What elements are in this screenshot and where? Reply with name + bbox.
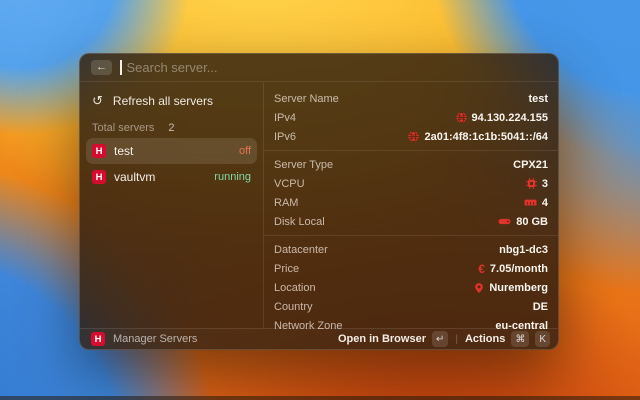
detail-label: IPv4 [274,112,296,124]
detail-label: Location [274,282,316,294]
hetzner-logo-icon: H [91,332,105,346]
footer-actions: Open in Browser ↵ | Actions ⌘ K [338,331,550,347]
detail-row: Price € 7.05/month [274,259,548,278]
detail-row: Server Name test [274,89,548,108]
server-details-panel: Server Name test IPv4 94.130.224.155 IPv… [264,82,558,328]
detail-row: Disk Local 80 GB [274,212,548,231]
refresh-label: Refresh all servers [113,94,213,108]
detail-value-text: 80 GB [516,216,548,228]
detail-value-text: 3 [542,178,548,190]
refresh-icon: ↻ [92,93,103,109]
actions-button[interactable]: Actions [465,333,505,345]
detail-value: nbg1-dc3 [499,244,548,256]
detail-value: Nuremberg [474,282,548,294]
detail-label: VCPU [274,178,305,190]
server-list: H test off H vaultvm running [86,138,257,190]
extension-name: Manager Servers [113,333,197,345]
detail-label: Country [274,301,313,313]
server-list-item[interactable]: H vaultvm running [86,164,257,190]
total-servers-header: Total servers 2 [86,114,257,138]
detail-value-text: 7.05/month [490,263,548,275]
detail-label: IPv6 [274,131,296,143]
detail-row: RAM 4 [274,193,548,212]
detail-value-text: CPX21 [513,159,548,171]
detail-value: 80 GB [498,216,548,228]
detail-value: 4 [524,197,548,209]
server-name: vaultvm [114,170,206,184]
open-in-browser-button[interactable]: Open in Browser [338,333,426,345]
pin-icon [474,282,484,294]
desktop-wallpaper: ← ↻ Refresh all servers Total servers 2 … [0,0,640,400]
total-servers-label: Total servers [92,122,154,134]
server-list-panel: ↻ Refresh all servers Total servers 2 H … [80,82,264,328]
raycast-window: ← ↻ Refresh all servers Total servers 2 … [79,53,559,350]
detail-group-divider [264,150,558,151]
server-status-badge: running [214,171,251,183]
detail-row: Datacenter nbg1-dc3 [274,240,548,259]
detail-label: Disk Local [274,216,325,228]
detail-value: 3 [526,178,548,190]
footer-divider: | [455,334,458,345]
text-caret [120,60,122,75]
detail-group-divider [264,235,558,236]
detail-value: CPX21 [513,159,548,171]
server-list-item[interactable]: H test off [86,138,257,164]
refresh-all-servers-item[interactable]: ↻ Refresh all servers [86,88,257,114]
detail-value-text: test [528,93,548,105]
search-input[interactable] [127,60,548,75]
k-key-icon: K [535,331,550,347]
server-status-badge: off [239,145,251,157]
detail-value-text: 4 [542,197,548,209]
total-servers-count: 2 [168,122,174,134]
back-button[interactable]: ← [91,60,112,75]
detail-row: VCPU 3 [274,174,548,193]
server-name: test [114,144,231,158]
search-bar: ← [80,54,558,82]
detail-row: IPv6 2a01:4f8:1c1b:5041::/64 [274,127,548,146]
detail-row: Server Type CPX21 [274,155,548,174]
detail-row: Country DE [274,297,548,316]
detail-label: RAM [274,197,298,209]
cpu-icon [526,178,537,189]
globe-icon [456,112,467,123]
detail-value-text: DE [533,301,548,313]
detail-value-text: 2a01:4f8:1c1b:5041::/64 [424,131,548,143]
detail-value: test [528,93,548,105]
command-key-icon: ⌘ [511,331,529,347]
window-body: ↻ Refresh all servers Total servers 2 H … [80,82,558,328]
detail-label: Price [274,263,299,275]
detail-value-text: 94.130.224.155 [472,112,548,124]
disk-icon [498,216,511,227]
globe-icon [408,131,419,142]
detail-row: Location Nuremberg [274,278,548,297]
footer-bar: H Manager Servers Open in Browser ↵ | Ac… [80,328,558,349]
detail-value: € 7.05/month [478,263,548,275]
detail-label: Datacenter [274,244,328,256]
detail-row: IPv4 94.130.224.155 [274,108,548,127]
detail-value: DE [533,301,548,313]
detail-value: 94.130.224.155 [456,112,548,124]
detail-value: 2a01:4f8:1c1b:5041::/64 [408,131,548,143]
ram-icon [524,197,537,208]
hetzner-logo-icon: H [92,170,106,184]
detail-label: Server Name [274,93,339,105]
hetzner-logo-icon: H [92,144,106,158]
enter-key-icon: ↵ [432,331,448,347]
euro-icon: € [478,263,485,275]
detail-value-text: Nuremberg [489,282,548,294]
wallpaper-bottom-strip [0,396,640,400]
detail-label: Server Type [274,159,333,171]
detail-value-text: nbg1-dc3 [499,244,548,256]
